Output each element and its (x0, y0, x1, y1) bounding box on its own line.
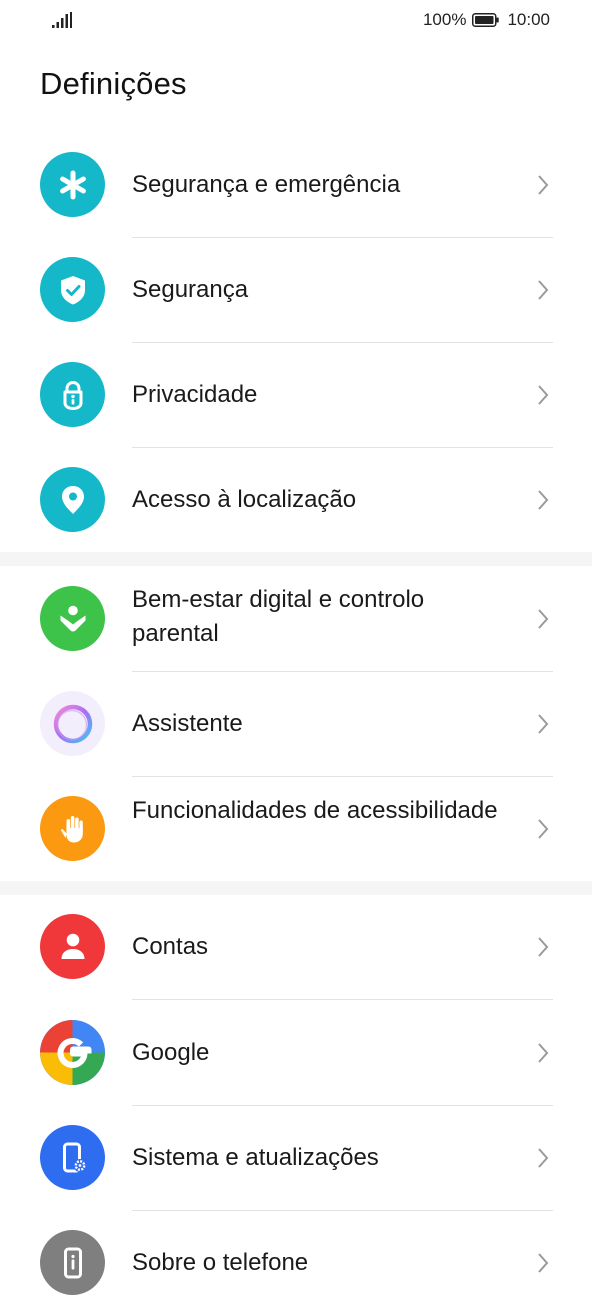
group-separator (0, 552, 592, 566)
battery-full-icon (472, 13, 500, 27)
person-icon (40, 914, 105, 979)
settings-item-label: Segurança (132, 276, 249, 303)
settings-item-label: Bem-estar digital e controlo parental (132, 586, 425, 647)
settings-item-label: Acesso à localização (132, 486, 357, 513)
settings-item-location-access[interactable]: Acesso à localização (0, 448, 592, 552)
settings-item-digital-wellbeing[interactable]: Bem-estar digital e controlo parental (0, 566, 592, 671)
settings-item-label: Segurança e emergência (132, 171, 401, 198)
settings-item-label: Contas (132, 933, 209, 960)
assistant-icon (40, 691, 105, 756)
chevron-right-icon (538, 819, 549, 839)
privacy-lock-icon (40, 362, 105, 427)
chevron-right-icon (538, 490, 549, 510)
asterisk-icon (40, 152, 105, 217)
chevron-right-icon (538, 280, 549, 300)
hand-icon (40, 796, 105, 861)
settings-item-label: Sistema e atualizações (132, 1144, 379, 1171)
settings-item-about-phone[interactable]: Sobre o telefone (0, 1211, 592, 1315)
shield-check-icon (40, 257, 105, 322)
digital-wellbeing-icon (40, 586, 105, 651)
status-time: 10:00 (507, 10, 550, 29)
page-title: Definições (40, 66, 187, 101)
battery-percentage: 100% (422, 10, 467, 29)
settings-item-security[interactable]: Segurança (0, 238, 592, 342)
chevron-right-icon (538, 609, 549, 629)
group-separator (0, 881, 592, 895)
settings-item-label: Sobre o telefone (132, 1249, 309, 1276)
settings-item-label: Privacidade (132, 381, 258, 408)
status-bar: 100% 10:00 (0, 0, 592, 40)
settings-item-safety-emergency[interactable]: Segurança e emergência (0, 132, 592, 237)
location-pin-icon (40, 467, 105, 532)
phone-settings-icon (40, 1125, 105, 1190)
settings-item-privacy[interactable]: Privacidade (0, 343, 592, 447)
settings-item-label: Funcionalidades de acessibilidade (132, 797, 498, 824)
chevron-right-icon (538, 385, 549, 405)
settings-item-accounts[interactable]: Contas (0, 895, 592, 999)
chevron-right-icon (538, 937, 549, 957)
chevron-right-icon (538, 1043, 549, 1063)
chevron-right-icon (538, 714, 549, 734)
settings-item-google[interactable]: Google (0, 1000, 592, 1105)
settings-item-label: Google (132, 1039, 210, 1066)
settings-item-assistant[interactable]: Assistente (0, 672, 592, 776)
settings-item-system-updates[interactable]: Sistema e atualizações (0, 1106, 592, 1210)
chevron-right-icon (538, 1148, 549, 1168)
signal-bars-icon (52, 12, 72, 28)
chevron-right-icon (538, 1253, 549, 1273)
settings-item-accessibility[interactable]: Funcionalidades de acessibilidade (0, 777, 592, 881)
phone-info-icon (40, 1230, 105, 1295)
google-icon (40, 1020, 105, 1085)
chevron-right-icon (538, 175, 549, 195)
settings-item-label: Assistente (132, 710, 243, 737)
